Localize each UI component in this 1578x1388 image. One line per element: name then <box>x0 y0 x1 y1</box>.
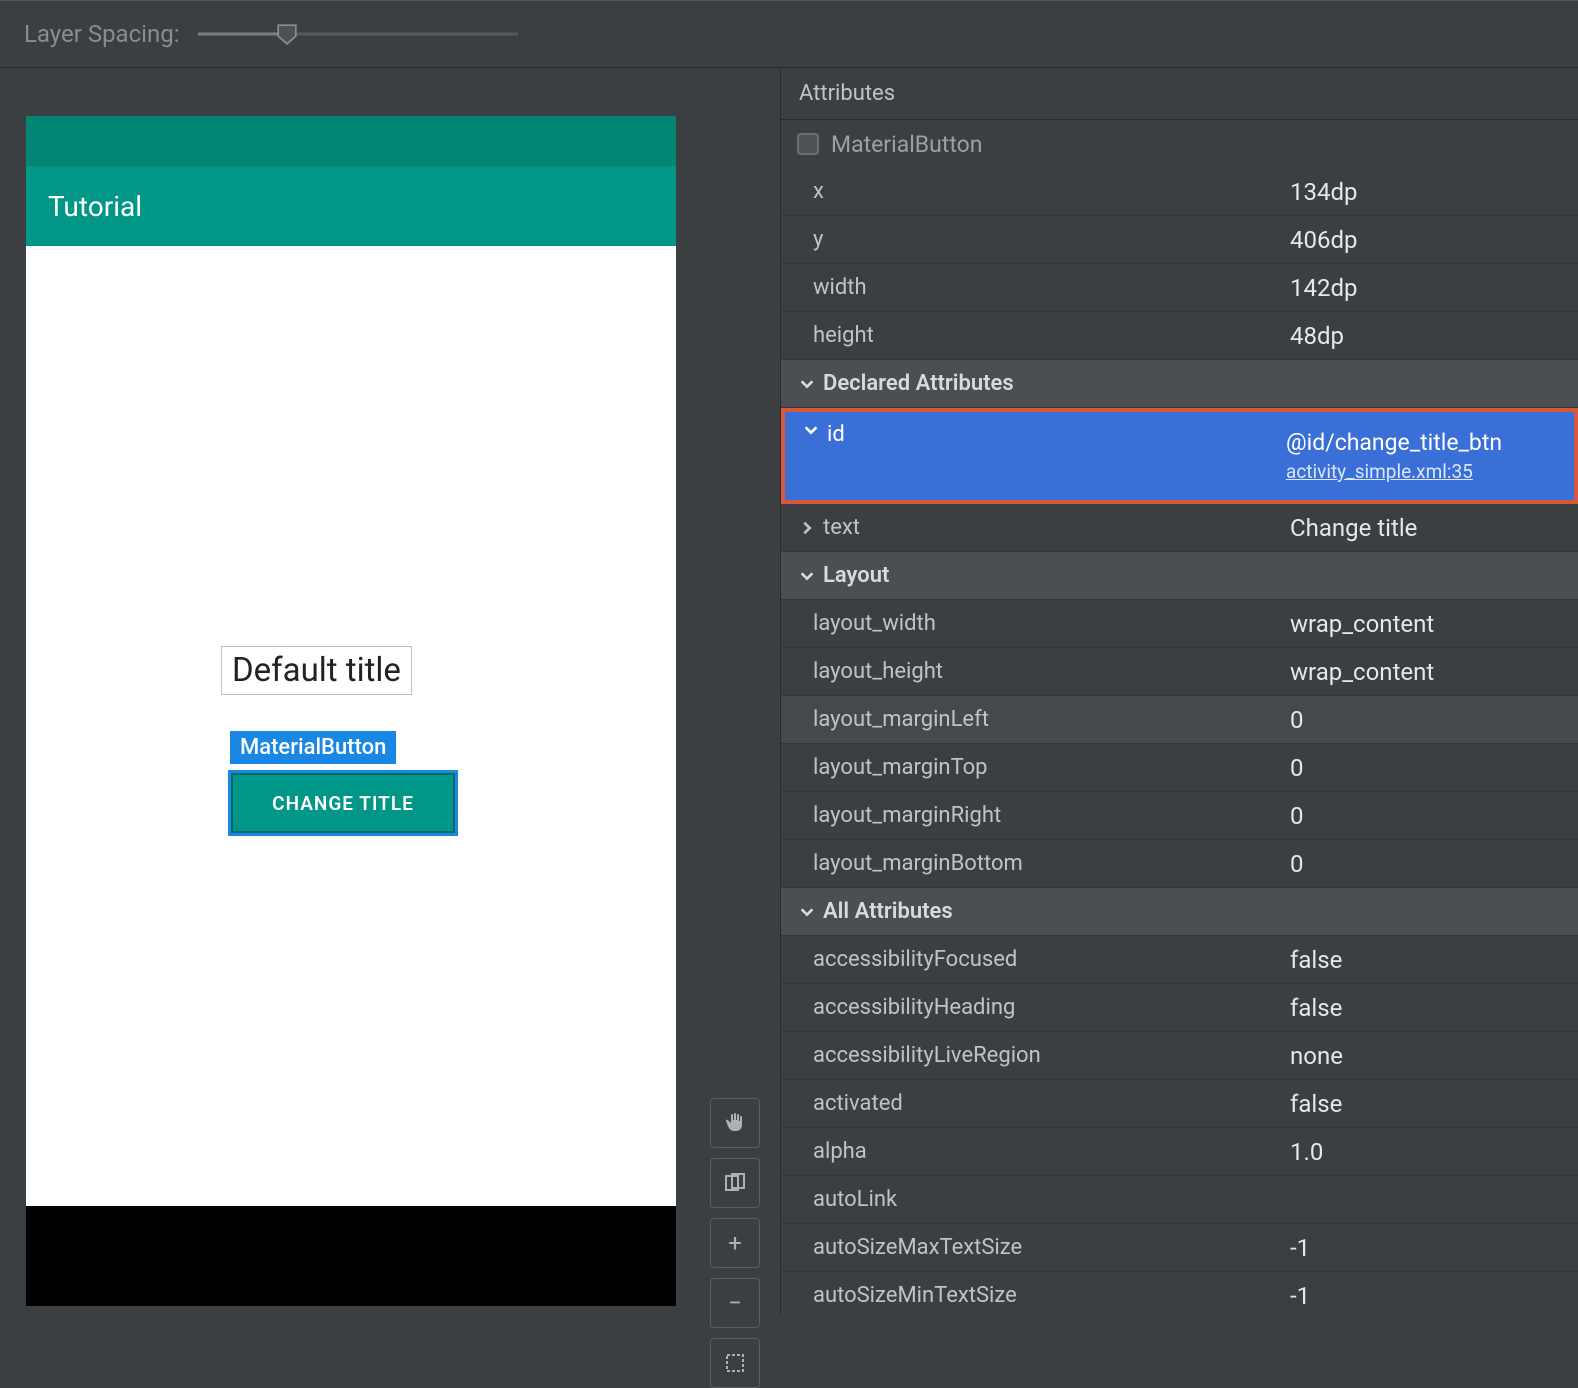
attr-key-a11y-focused[interactable]: accessibilityFocused <box>781 936 1278 984</box>
attr-val-autolink[interactable] <box>1278 1176 1578 1224</box>
layers-tool-button[interactable] <box>710 1158 760 1208</box>
attr-val-layout-width[interactable]: wrap_content <box>1278 600 1578 648</box>
attr-val-activated[interactable]: false <box>1278 1080 1578 1128</box>
attributes-panel: Attributes MaterialButton x 134dp y 406d… <box>780 68 1578 1314</box>
attr-key-activated[interactable]: activated <box>781 1080 1278 1128</box>
status-bar <box>26 116 676 166</box>
title-textview[interactable]: Default title <box>221 646 412 695</box>
toolbar: Layer Spacing: <box>0 0 1578 68</box>
attr-val-y[interactable]: 406dp <box>1278 216 1578 264</box>
chevron-down-icon <box>799 904 815 920</box>
attr-key-margin-right[interactable]: layout_marginRight <box>781 792 1278 840</box>
attributes-grid: x 134dp y 406dp width 142dp height 48dp … <box>781 168 1578 1314</box>
fit-screen-button[interactable] <box>710 1338 760 1388</box>
layout-preview-panel: Tutorial Default title MaterialButton CH… <box>0 68 780 1314</box>
change-title-button[interactable]: CHANGE TITLE <box>231 773 455 833</box>
attr-key-text[interactable]: text <box>781 504 1278 552</box>
slider-thumb-icon[interactable] <box>276 23 298 45</box>
zoom-in-button[interactable]: + <box>710 1218 760 1268</box>
attr-key-layout-width[interactable]: layout_width <box>781 600 1278 648</box>
component-icon <box>797 133 819 155</box>
attr-val-id-link[interactable]: activity_simple.xml:35 <box>1286 460 1574 483</box>
plus-icon: + <box>728 1229 742 1257</box>
attr-val-text[interactable]: Change title <box>1278 504 1578 552</box>
attr-val-width[interactable]: 142dp <box>1278 264 1578 312</box>
attr-key-margin-top[interactable]: layout_marginTop <box>781 744 1278 792</box>
section-all-attributes[interactable]: All Attributes <box>781 888 1578 936</box>
attr-val-id[interactable]: @id/change_title_btn activity_simple.xml… <box>1274 412 1574 500</box>
attr-val-autosize-max[interactable]: -1 <box>1278 1224 1578 1272</box>
attr-val-a11y-live[interactable]: none <box>1278 1032 1578 1080</box>
attr-key-autosize-min[interactable]: autoSizeMinTextSize <box>781 1272 1278 1314</box>
attr-row-id-highlighted[interactable]: id @id/change_title_btn activity_simple.… <box>781 408 1578 504</box>
device-content[interactable]: Default title MaterialButton CHANGE TITL… <box>26 246 676 1206</box>
section-label: Layout <box>823 563 889 588</box>
chevron-down-icon <box>803 422 819 438</box>
chevron-down-icon <box>799 568 815 584</box>
app-bar-title: Tutorial <box>48 190 142 223</box>
section-label: All Attributes <box>823 899 953 924</box>
attr-key-id[interactable]: id <box>785 412 1274 500</box>
attr-key-text-label: text <box>823 515 860 540</box>
layer-spacing-slider[interactable] <box>198 24 518 44</box>
attr-key-a11y-live[interactable]: accessibilityLiveRegion <box>781 1032 1278 1080</box>
attr-key-autosize-max[interactable]: autoSizeMaxTextSize <box>781 1224 1278 1272</box>
attr-val-autosize-min[interactable]: -1 <box>1278 1272 1578 1314</box>
attr-val-margin-bottom[interactable]: 0 <box>1278 840 1578 888</box>
layer-spacing-label: Layer Spacing: <box>24 20 180 48</box>
attr-val-a11y-heading[interactable]: false <box>1278 984 1578 1032</box>
attr-val-id-value: @id/change_title_btn <box>1286 429 1574 456</box>
attr-val-margin-left[interactable]: 0 <box>1278 696 1578 744</box>
attr-key-a11y-heading[interactable]: accessibilityHeading <box>781 984 1278 1032</box>
attr-key-layout-height[interactable]: layout_height <box>781 648 1278 696</box>
section-declared-attributes[interactable]: Declared Attributes <box>781 360 1578 408</box>
device-frame[interactable]: Tutorial Default title MaterialButton CH… <box>26 116 676 1306</box>
chevron-down-icon <box>799 376 815 392</box>
preview-tools: + − <box>710 1098 760 1388</box>
pan-tool-button[interactable] <box>710 1098 760 1148</box>
component-row[interactable]: MaterialButton <box>781 120 1578 168</box>
minus-icon: − <box>728 1289 742 1317</box>
selection-outline: CHANGE TITLE <box>228 770 458 836</box>
attr-key-y[interactable]: y <box>781 216 1278 264</box>
attr-val-layout-height[interactable]: wrap_content <box>1278 648 1578 696</box>
attr-val-margin-right[interactable]: 0 <box>1278 792 1578 840</box>
attr-val-x[interactable]: 134dp <box>1278 168 1578 216</box>
attr-key-width[interactable]: width <box>781 264 1278 312</box>
component-name: MaterialButton <box>831 131 982 158</box>
attr-key-autolink[interactable]: autoLink <box>781 1176 1278 1224</box>
attributes-header: Attributes <box>781 68 1578 120</box>
attr-val-height[interactable]: 48dp <box>1278 312 1578 360</box>
selection-tag: MaterialButton <box>230 731 396 764</box>
attr-val-alpha[interactable]: 1.0 <box>1278 1128 1578 1176</box>
section-label: Declared Attributes <box>823 371 1014 396</box>
attr-val-margin-top[interactable]: 0 <box>1278 744 1578 792</box>
attr-key-height[interactable]: height <box>781 312 1278 360</box>
attr-key-alpha[interactable]: alpha <box>781 1128 1278 1176</box>
zoom-out-button[interactable]: − <box>710 1278 760 1328</box>
attr-key-id-label: id <box>827 422 845 447</box>
device-nav-bar <box>26 1206 676 1306</box>
attr-val-a11y-focused[interactable]: false <box>1278 936 1578 984</box>
slider-fill <box>198 33 288 36</box>
attr-key-x[interactable]: x <box>781 168 1278 216</box>
chevron-right-icon <box>799 520 815 536</box>
attr-key-margin-bottom[interactable]: layout_marginBottom <box>781 840 1278 888</box>
app-bar: Tutorial <box>26 166 676 246</box>
attr-key-margin-left[interactable]: layout_marginLeft <box>781 696 1278 744</box>
section-layout[interactable]: Layout <box>781 552 1578 600</box>
